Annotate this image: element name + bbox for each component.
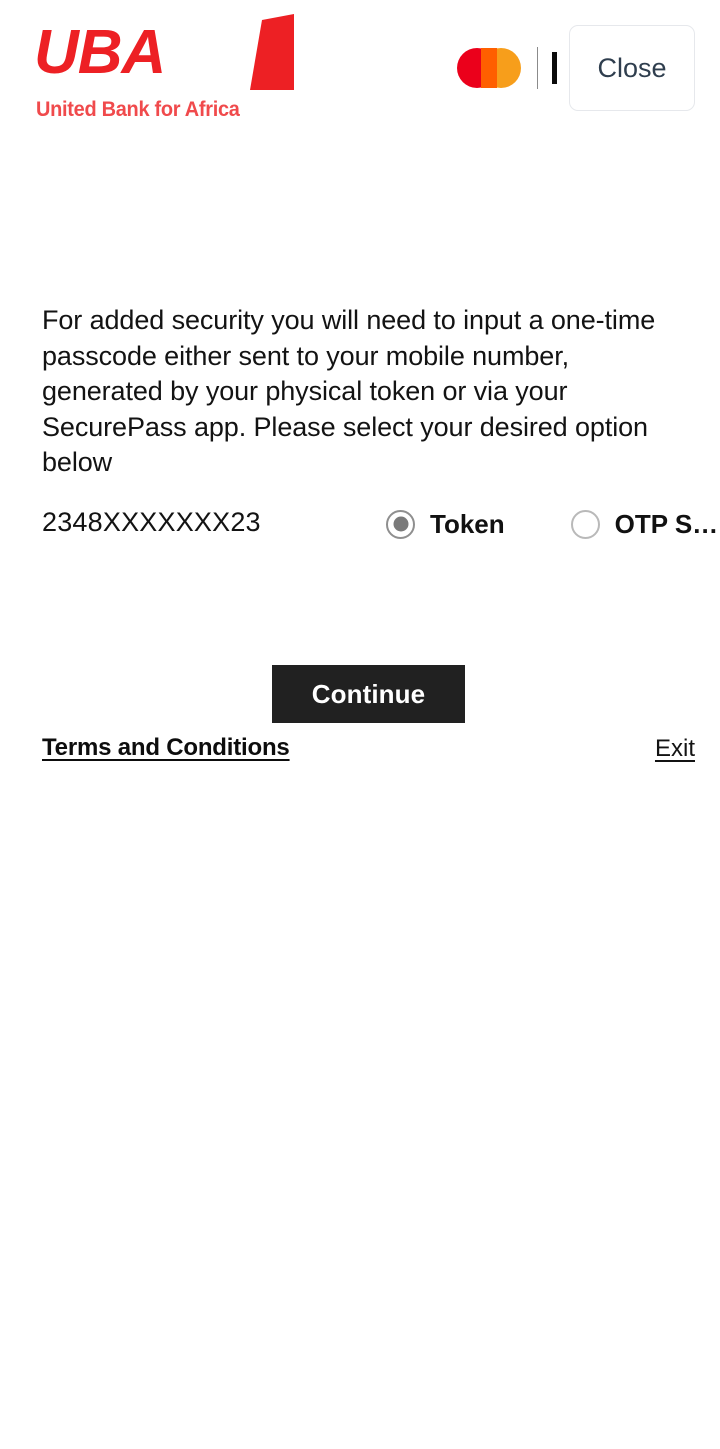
continue-button[interactable]: Continue [272,665,465,723]
masked-phone-number: 2348XXXXXXX23 [42,507,261,537]
otp-option-row: 2348XXXXXXX23 Token OTP S… [0,507,720,549]
uba-flag-icon [250,14,294,90]
page-header: UBA United Bank for Africa Close [0,0,720,136]
uba-tagline: United Bank for Africa [36,98,240,121]
radio-label-token: Token [430,508,505,539]
terms-and-conditions-link[interactable]: Terms and Conditions [42,734,290,762]
header-actions: Close [457,16,695,120]
radio-indicator-token[interactable] [386,509,415,539]
exit-link[interactable]: Exit [655,735,695,763]
uba-logo-mark: UBA [34,14,294,90]
radio-label-otp-sms: OTP S… [614,508,719,539]
intro-description: For added security you will need to inpu… [42,305,656,477]
mastercard-logo [457,48,521,88]
page-footer: Terms and Conditions Exit [0,734,720,774]
uba-brand-logo: UBA United Bank for Africa [34,14,294,121]
radio-option-token[interactable]: Token [386,502,505,546]
header-divider [537,47,538,89]
radio-option-otp-sms[interactable]: OTP S… [570,502,719,546]
uba-wordmark: UBA [34,18,166,87]
otp-method-radio-group: Token OTP S… [386,502,718,546]
close-button[interactable]: Close [569,25,695,111]
mastercard-overlap [481,48,497,88]
radio-indicator-otp-sms[interactable] [570,509,600,539]
header-caret-bar [552,52,557,84]
